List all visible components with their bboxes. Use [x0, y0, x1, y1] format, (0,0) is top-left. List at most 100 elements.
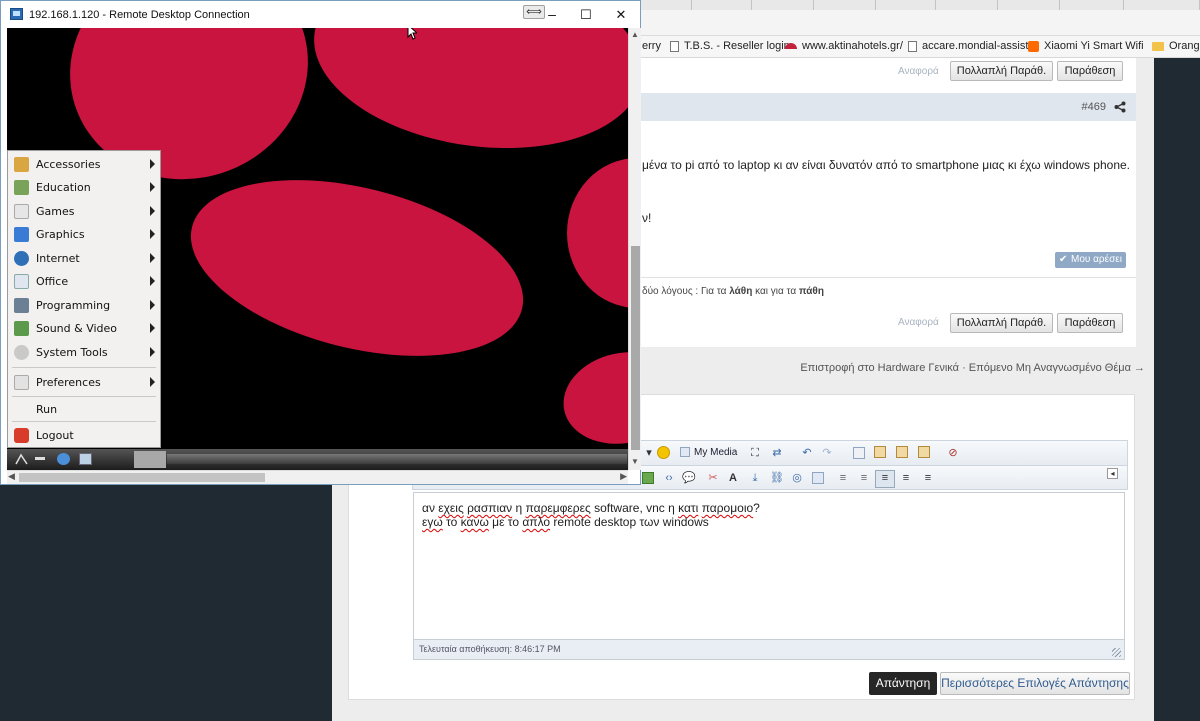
undo-icon[interactable]: ↶ — [800, 446, 814, 460]
bookmark-item[interactable]: Orange — [1152, 40, 1200, 52]
replace-icon[interactable]: ⇄ — [770, 446, 784, 460]
scroll-thumb[interactable] — [19, 473, 265, 482]
scroll-down-icon[interactable]: ▼ — [631, 457, 639, 466]
paste-text-icon[interactable] — [918, 446, 930, 458]
scroll-up-icon[interactable]: ▲ — [631, 30, 639, 39]
programming-icon — [14, 298, 29, 313]
page-icon — [908, 40, 917, 52]
bookmark-item[interactable]: accare.mondial-assist — [908, 40, 1028, 52]
menu-item-internet[interactable]: Internet — [8, 247, 160, 270]
quote-button[interactable]: Παράθεση — [1057, 61, 1123, 81]
menu-item-accessories[interactable]: Accessories — [8, 153, 160, 176]
minimize-button[interactable]: – — [533, 1, 571, 28]
browser-tab[interactable] — [692, 0, 752, 10]
menu-item-label: Logout — [36, 429, 74, 442]
signature-bold: πάθη — [798, 286, 824, 297]
align-right-icon[interactable]: ≡ — [921, 471, 935, 485]
maximize-button[interactable]: ☐ — [567, 1, 605, 28]
menu-item-label: Graphics — [36, 228, 85, 241]
like-button[interactable]: ✔ Μου αρέσει — [1055, 252, 1126, 268]
menu-item-games[interactable]: Games — [8, 200, 160, 223]
submenu-arrow-icon — [150, 229, 155, 239]
code-icon[interactable]: ‹› — [662, 471, 676, 485]
thread-navigation[interactable]: Επιστροφή στο Hardware Γενικά · Επόμενο … — [640, 362, 1145, 376]
editor-line: εγω το κανω με το απλο remote desktop τω… — [422, 515, 709, 529]
clear-icon[interactable]: ✂ — [706, 471, 720, 485]
report-link[interactable]: Αναφορά — [898, 317, 939, 328]
share-icon[interactable] — [1114, 101, 1126, 113]
multi-quote-button[interactable]: Πολλαπλή Παράθ. — [950, 313, 1053, 333]
image-icon[interactable] — [812, 472, 824, 484]
post-number[interactable]: #469 — [1082, 101, 1106, 113]
multi-quote-button[interactable]: Πολλαπλή Παράθ. — [950, 61, 1053, 81]
quote-button[interactable]: Παράθεση — [1057, 313, 1123, 333]
copy-icon[interactable] — [874, 446, 886, 458]
browser-tab[interactable] — [936, 0, 998, 10]
scroll-thumb[interactable] — [631, 246, 640, 450]
menu-logo-icon[interactable] — [15, 453, 28, 465]
insert-icon[interactable]: ⤓ — [748, 471, 762, 485]
browser-tab[interactable] — [876, 0, 936, 10]
indent-icon[interactable]: ≡ — [857, 471, 871, 485]
accessories-icon — [14, 157, 29, 172]
menu-item-system-tools[interactable]: System Tools — [8, 341, 160, 364]
taskbar-button[interactable] — [134, 451, 166, 468]
desktop-switcher-icon[interactable] — [79, 453, 92, 465]
globe-icon[interactable]: ◎ — [790, 471, 804, 485]
report-link[interactable]: Αναφορά — [898, 66, 939, 77]
menu-item-run[interactable]: Run — [8, 398, 160, 421]
window-titlebar[interactable]: 192.168.1.120 - Remote Desktop Connectio… — [1, 1, 640, 28]
font-size-icon[interactable]: A — [726, 471, 740, 485]
browser-launcher-icon[interactable] — [57, 453, 70, 465]
resize-handle-icon[interactable] — [1112, 648, 1121, 657]
browser-tab[interactable] — [640, 0, 692, 10]
minimize-all-icon[interactable] — [35, 457, 45, 460]
bookmark-item[interactable]: Xiaomi Yi Smart Wifi — [1028, 40, 1144, 52]
paste-icon[interactable] — [896, 446, 908, 458]
horizontal-scrollbar[interactable]: ◀ ▶ — [7, 470, 628, 484]
browser-tab-strip — [640, 0, 1200, 10]
menu-item-label: System Tools — [36, 346, 108, 359]
menu-item-sound-video[interactable]: Sound & Video — [8, 317, 160, 340]
redo-icon[interactable]: ↷ — [820, 446, 834, 460]
browser-tab[interactable] — [998, 0, 1060, 10]
vertical-scrollbar[interactable]: ▲ ▼ — [628, 28, 641, 470]
my-media-button[interactable]: My Media — [694, 447, 737, 458]
bookmark-item[interactable]: T.B.S. - Reseller login — [670, 40, 790, 52]
menu-item-programming[interactable]: Programming — [8, 294, 160, 317]
scroll-right-icon[interactable]: ▶ — [620, 471, 627, 482]
dropdown-arrow-icon[interactable]: ▾ — [642, 446, 656, 460]
scroll-left-icon[interactable]: ◀ — [8, 471, 15, 482]
smiley-icon[interactable] — [657, 446, 670, 459]
remove-format-icon[interactable]: ⊘ — [946, 446, 960, 460]
cut-icon[interactable] — [853, 447, 865, 459]
collapse-toolbar-icon[interactable]: ◂ — [1107, 468, 1118, 479]
close-button[interactable]: ✕ — [602, 1, 640, 28]
taskbar-strip — [167, 454, 627, 464]
link-icon[interactable]: ⛓ — [770, 471, 784, 485]
wallpaper-shape — [172, 149, 542, 387]
bookmark-item[interactable]: www.aktinahotels.gr/ — [785, 40, 903, 52]
menu-item-logout[interactable]: Logout — [8, 424, 160, 447]
browser-tab[interactable] — [1060, 0, 1124, 10]
comment-icon[interactable]: 💬 — [682, 471, 696, 485]
power-icon — [14, 428, 29, 443]
wallpaper-shape — [554, 341, 628, 449]
bookmark-label: www.aktinahotels.gr/ — [802, 40, 903, 52]
outdent-icon[interactable]: ≡ — [836, 471, 850, 485]
browser-tab[interactable] — [752, 0, 814, 10]
table-icon[interactable] — [642, 472, 654, 484]
binoculars-icon[interactable]: ⛶ — [748, 446, 762, 460]
reply-textarea[interactable]: αν εχεις ρασπιαν η παρεμφερες software, … — [413, 492, 1125, 640]
more-reply-options-button[interactable]: Περισσότερες Επιλογές Απάντησης — [940, 672, 1130, 695]
browser-tab[interactable] — [1124, 0, 1200, 10]
menu-item-preferences[interactable]: Preferences — [8, 371, 160, 394]
align-center-icon[interactable]: ≡ — [899, 471, 913, 485]
menu-item-graphics[interactable]: Graphics — [8, 223, 160, 246]
menu-item-education[interactable]: Education — [8, 176, 160, 199]
menu-item-office[interactable]: Office — [8, 270, 160, 293]
reply-button[interactable]: Απάντηση — [869, 672, 937, 695]
browser-tab[interactable] — [814, 0, 876, 10]
graphics-icon — [14, 227, 29, 242]
bookmark-item[interactable]: erry — [642, 40, 661, 52]
